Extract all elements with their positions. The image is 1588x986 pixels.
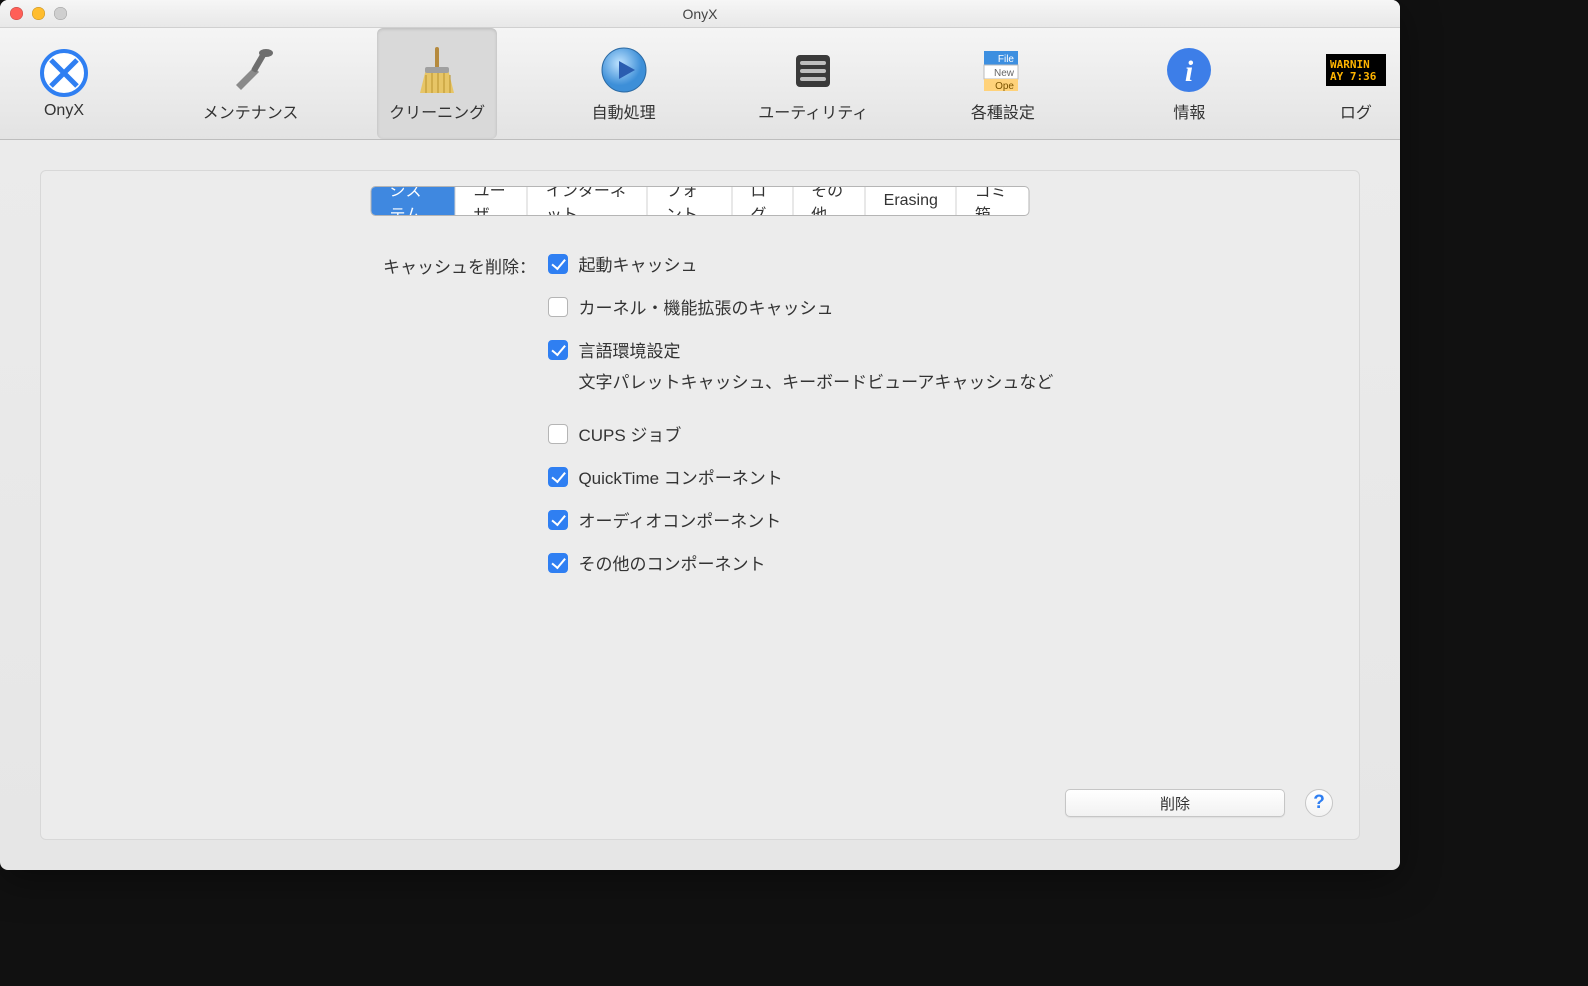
- onyx-icon: [39, 48, 89, 98]
- toolbar-item-label: 情報: [1173, 99, 1205, 123]
- toolbar-item-automation[interactable]: 自動処理: [564, 28, 684, 139]
- log-icon: WARNIN AY 7:36: [1326, 45, 1386, 95]
- toolbar-item-info[interactable]: i 情報: [1129, 28, 1249, 139]
- tab-erasing[interactable]: Erasing: [866, 187, 957, 215]
- toolbar-item-utilities[interactable]: ユーティリティ: [750, 28, 876, 139]
- option-label: CUPS ジョブ: [578, 421, 681, 446]
- toolbar-item-label: ログ: [1340, 99, 1372, 123]
- section-label: キャッシュを削除：: [341, 251, 536, 278]
- window-controls: [10, 7, 67, 20]
- toolbox-icon: [788, 45, 838, 95]
- option-label: オーディオコンポーネント: [578, 507, 781, 532]
- close-window-button[interactable]: [10, 7, 23, 20]
- toolbar-item-label: OnyX: [44, 102, 84, 120]
- help-label: ?: [1313, 792, 1325, 814]
- window-title: OnyX: [0, 6, 1400, 22]
- toolbar-item-label: クリーニング: [389, 99, 485, 123]
- option-label: 言語環境設定: [578, 337, 680, 362]
- main-toolbar: OnyX メンテナンス クリーニング: [0, 28, 1400, 140]
- minimize-window-button[interactable]: [32, 7, 45, 20]
- options-area: キャッシュを削除： 起動キャッシュ カーネル・機能拡張のキャッシュ 言語環境設定…: [341, 251, 1299, 593]
- tab-label: その他: [811, 186, 847, 216]
- option-label: その他のコンポーネント: [578, 550, 765, 575]
- checkbox[interactable]: [548, 424, 568, 444]
- toolbar-item-parameters[interactable]: File New Ope 各種設定: [943, 28, 1063, 139]
- checkbox[interactable]: [548, 340, 568, 360]
- tab-label: フォント: [666, 186, 713, 216]
- toolbar-item-onyx[interactable]: OnyX: [4, 28, 124, 139]
- execute-button[interactable]: 削除: [1065, 789, 1285, 817]
- toolbar-item-label: ユーティリティ: [758, 99, 868, 123]
- broom-icon: [412, 45, 462, 95]
- option-language-env: 言語環境設定: [548, 337, 1053, 362]
- toolbar-item-label: 自動処理: [592, 99, 656, 123]
- tab-log[interactable]: ログ: [732, 187, 793, 215]
- help-button[interactable]: ?: [1305, 789, 1333, 817]
- toolbar-item-maintenance[interactable]: メンテナンス: [191, 28, 311, 139]
- toolbar-item-label: 各種設定: [971, 99, 1035, 123]
- checkbox[interactable]: [548, 254, 568, 274]
- tab-font[interactable]: フォント: [648, 187, 732, 215]
- svg-text:Ope: Ope: [995, 81, 1014, 92]
- svg-text:File: File: [998, 54, 1015, 65]
- tab-trash[interactable]: ゴミ箱: [957, 187, 1029, 215]
- app-window: OnyX OnyX メンテナンス: [0, 0, 1400, 870]
- toolbar-item-cleaning[interactable]: クリーニング: [377, 28, 497, 139]
- checkbox[interactable]: [548, 553, 568, 573]
- bottom-bar: 削除 ?: [1065, 789, 1333, 817]
- option-label: 起動キャッシュ: [578, 251, 697, 276]
- svg-text:i: i: [1185, 55, 1194, 88]
- toolbar-item-log[interactable]: WARNIN AY 7:36 ログ: [1316, 28, 1396, 139]
- files-icon: File New Ope: [978, 45, 1028, 95]
- checkbox[interactable]: [548, 467, 568, 487]
- tab-label: システム: [390, 186, 437, 216]
- tab-other[interactable]: その他: [793, 187, 866, 215]
- tab-user[interactable]: ユーザ: [456, 187, 528, 215]
- tab-system[interactable]: システム: [372, 187, 456, 215]
- option-sublabel: 文字パレットキャッシュ、キーボードビューアキャッシュなど: [578, 368, 1053, 393]
- content-panel: システム ユーザ インターネット フォント ログ その他 Erasing ゴミ箱…: [40, 170, 1360, 840]
- svg-text:New: New: [994, 68, 1015, 79]
- toolbar-item-label: メンテナンス: [203, 99, 299, 123]
- tab-label: ゴミ箱: [975, 186, 1011, 216]
- titlebar: OnyX: [0, 0, 1400, 28]
- tab-label: インターネット: [546, 186, 629, 216]
- option-label: QuickTime コンポーネント: [578, 464, 782, 489]
- option-boot-cache: 起動キャッシュ: [548, 251, 1053, 276]
- checkbox[interactable]: [548, 297, 568, 317]
- option-quicktime: QuickTime コンポーネント: [548, 464, 1053, 489]
- option-other-component: その他のコンポーネント: [548, 550, 1053, 575]
- option-audio-component: オーディオコンポーネント: [548, 507, 1053, 532]
- checkbox[interactable]: [548, 510, 568, 530]
- tab-internet[interactable]: インターネット: [528, 187, 648, 215]
- tab-label: Erasing: [884, 192, 938, 210]
- tab-label: ユーザ: [474, 186, 509, 216]
- option-cups-jobs: CUPS ジョブ: [548, 421, 1053, 446]
- option-label: カーネル・機能拡張のキャッシュ: [578, 294, 833, 319]
- option-kernel-cache: カーネル・機能拡張のキャッシュ: [548, 294, 1053, 319]
- play-icon: [599, 45, 649, 95]
- option-list: 起動キャッシュ カーネル・機能拡張のキャッシュ 言語環境設定 文字パレットキャッ…: [548, 251, 1053, 593]
- subtab-bar: システム ユーザ インターネット フォント ログ その他 Erasing ゴミ箱: [371, 186, 1030, 216]
- tab-label: ログ: [750, 186, 774, 216]
- zoom-window-button[interactable]: [54, 7, 67, 20]
- info-icon: i: [1164, 45, 1214, 95]
- tools-icon: [226, 45, 276, 95]
- svg-text:AY 7:36: AY 7:36: [1330, 70, 1377, 83]
- button-label: 削除: [1160, 793, 1190, 814]
